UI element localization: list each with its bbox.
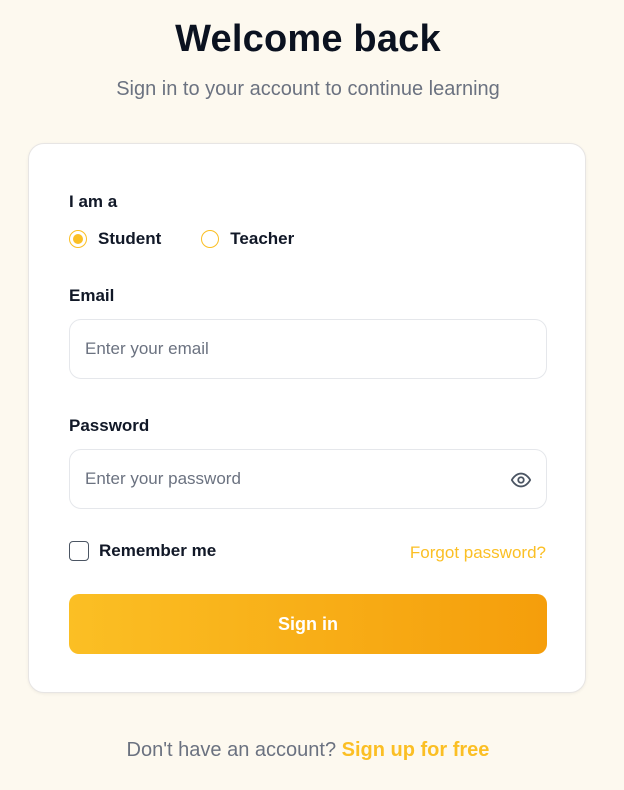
teacher-radio-label: Teacher xyxy=(230,229,295,248)
email-label: Email xyxy=(69,286,115,305)
password-field-wrapper xyxy=(69,449,547,509)
teacher-radio[interactable]: Teacher xyxy=(201,229,294,249)
remember-me-box[interactable] xyxy=(69,541,89,561)
page-title: Welcome back xyxy=(175,18,441,60)
page-subtitle: Sign in to your account to continue lear… xyxy=(116,78,500,100)
student-radio[interactable]: Student xyxy=(69,229,161,249)
remember-me-checkbox[interactable]: Remember me xyxy=(69,541,216,561)
forgot-password-link[interactable]: Forgot password? xyxy=(410,543,546,563)
signup-prompt-text: Don't have an account? xyxy=(126,739,337,761)
role-label: I am a xyxy=(69,192,118,211)
radio-selected-dot xyxy=(73,234,83,244)
signup-link[interactable]: Sign up for free xyxy=(342,739,490,761)
student-radio-label: Student xyxy=(98,229,162,248)
email-field-wrapper xyxy=(69,319,547,379)
signin-button[interactable]: Sign in xyxy=(69,594,547,654)
teacher-radio-circle[interactable] xyxy=(201,230,220,248)
role-radio-group: Student Teacher xyxy=(69,229,294,249)
password-field[interactable] xyxy=(70,450,546,508)
password-label: Password xyxy=(69,416,150,435)
remember-me-label: Remember me xyxy=(99,541,217,560)
signin-card: I am a Student Teacher Email Password Re… xyxy=(28,143,586,693)
student-radio-circle[interactable] xyxy=(69,230,87,248)
email-field[interactable] xyxy=(70,320,546,378)
signup-prompt: Don't have an account? Sign up for free xyxy=(0,739,616,762)
eye-icon[interactable] xyxy=(510,469,532,491)
